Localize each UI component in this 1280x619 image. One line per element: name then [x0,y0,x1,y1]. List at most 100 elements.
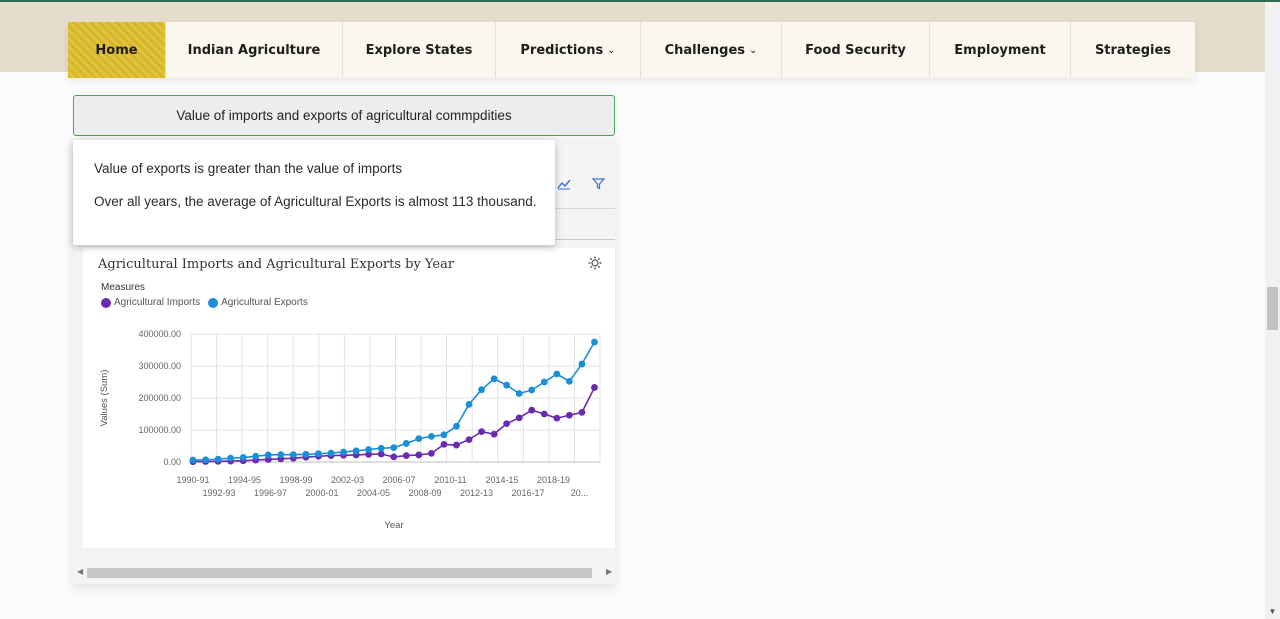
data-point-exports [289,451,297,459]
chevron-down-icon: ⌄ [607,44,616,56]
data-point-exports [227,454,235,462]
data-point-exports [565,377,573,385]
data-point-exports [315,450,322,458]
accordion-title: Value of imports and exports of agricult… [176,108,512,123]
data-point-exports [252,452,260,460]
data-point-exports [202,456,209,464]
data-point-exports [327,449,335,457]
x-tick-label: 1996-97 [254,488,287,498]
nav-home[interactable]: Home [68,22,166,78]
toolbar-divider [553,208,615,240]
data-point-exports [390,444,398,451]
data-point-exports [239,454,247,461]
x-tick-label: 2008-09 [408,488,441,498]
nav-food-security-label: Food Security [805,42,906,58]
x-tick-label: 2018-19 [537,475,570,485]
y-tick-label: 100000.00 [138,425,181,435]
data-point-imports [553,414,561,422]
data-point-exports [478,386,485,394]
data-point-imports [515,414,523,422]
data-point-imports [453,441,460,449]
nav-indian-agriculture[interactable]: Indian Agriculture [166,22,343,78]
vertical-scroll-thumb[interactable] [1267,287,1278,330]
horizontal-scrollbar[interactable]: ◀ ▶ [73,565,615,581]
data-point-exports [528,386,536,394]
data-point-exports [503,381,511,389]
data-point-imports [578,409,586,416]
data-point-exports [553,370,561,378]
filter-icon[interactable] [591,178,606,193]
nav-challenges-label: Challenges [664,42,746,58]
nav-employment-label: Employment [954,42,1046,58]
x-tick-label: 2014-15 [485,475,518,485]
data-point-exports [302,450,310,458]
data-point-imports [415,451,423,459]
insights-tooltip: Value of exports is greater than the val… [73,140,555,245]
nav-employment[interactable]: Employment [930,22,1071,78]
y-axis-title: Values (Sum) [99,370,110,427]
x-tick-label: 2010-11 [434,475,466,485]
insight-line-2: Over all years, the average of Agricultu… [94,194,537,209]
line-chart-icon[interactable] [557,178,571,193]
nav-home-label: Home [95,42,138,58]
x-tick-label: 2006-07 [382,475,415,485]
x-tick-label: 1994-95 [228,475,261,485]
data-point-exports [189,456,197,464]
y-tick-label: 200000.00 [138,393,181,403]
data-point-imports [478,428,485,435]
data-point-exports [465,401,473,408]
data-point-imports [591,384,598,391]
y-tick-label: 300000.00 [138,361,181,371]
x-axis-title: Year [384,520,403,531]
data-point-imports [390,453,398,461]
data-point-exports [402,440,410,447]
data-point-exports [365,446,373,453]
x-tick-label: 1990-91 [176,475,209,485]
y-tick-label: 400000.00 [138,329,181,339]
nav-explore-states-label: Explore States [365,42,473,58]
data-point-exports [264,451,272,459]
nav-challenges[interactable]: Challenges ⌄ [641,22,782,78]
data-point-imports [503,420,511,427]
x-tick-label: 2000-01 [305,488,338,498]
series-line-exports [192,341,596,461]
data-point-exports [340,448,347,456]
nav-food-security[interactable]: Food Security [782,22,930,78]
nav-indian-agriculture-label: Indian Agriculture [187,42,321,58]
data-point-imports [465,436,473,443]
data-point-exports [377,444,385,452]
vertical-scrollbar[interactable]: ▼ [1265,2,1280,619]
data-point-exports [277,451,285,459]
data-point-exports [591,338,598,346]
data-point-imports [540,410,548,418]
insight-line-1: Value of exports is greater than the val… [94,161,403,176]
data-point-exports [453,422,460,430]
data-point-exports [440,431,448,439]
accordion-header[interactable]: Value of imports and exports of agricult… [73,95,615,136]
nav-strategies[interactable]: Strategies [1071,22,1195,78]
y-tick-label: 0.00 [163,457,181,467]
data-point-exports [540,378,548,386]
data-point-exports [515,390,523,397]
data-point-imports [528,406,536,414]
nav-predictions[interactable]: Predictions ⌄ [496,22,641,78]
data-point-exports [490,375,498,383]
data-point-imports [427,449,435,457]
data-point-imports [440,441,448,448]
chevron-down-icon: ⌄ [749,44,758,56]
horizontal-scroll-thumb[interactable] [87,568,592,578]
nav-strategies-label: Strategies [1094,42,1172,58]
x-tick-label: 2004-05 [357,488,390,498]
data-point-imports [402,452,410,459]
x-tick-label: 2012-13 [460,488,493,498]
x-tick-label: 1992-93 [202,488,235,498]
data-point-exports [352,447,360,455]
scroll-right-arrow-icon[interactable]: ▶ [606,567,612,576]
data-point-exports [415,435,423,443]
data-point-imports [490,430,498,438]
main-nav: Home Indian Agriculture Explore States P… [68,22,1195,78]
nav-explore-states[interactable]: Explore States [343,22,496,78]
scroll-down-arrow-icon[interactable]: ▼ [1267,607,1278,617]
x-tick-label: 2002-03 [331,475,364,485]
scroll-left-arrow-icon[interactable]: ◀ [77,567,83,576]
